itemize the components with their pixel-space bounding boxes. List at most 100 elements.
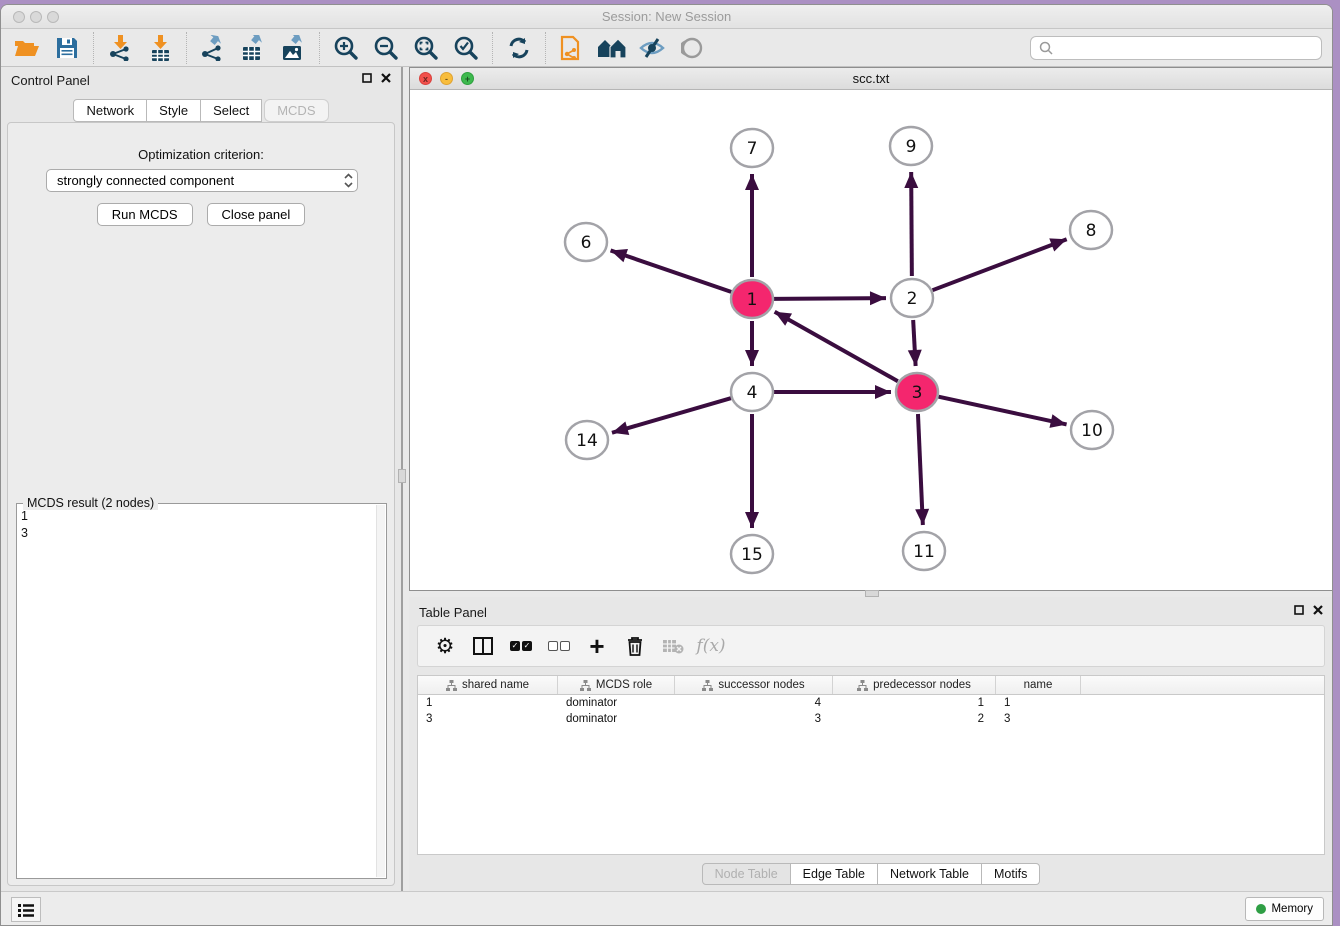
- tab-mcds[interactable]: MCDS: [264, 99, 328, 122]
- cell-MCDS-role[interactable]: dominator: [558, 711, 675, 727]
- control-panel-tabs: NetworkStyleSelectMCDS: [1, 99, 401, 122]
- tab-style[interactable]: Style: [147, 99, 201, 122]
- select-all-button[interactable]: ✓✓: [504, 629, 538, 663]
- edge-2-8[interactable]: [933, 239, 1067, 290]
- edge-2-3[interactable]: [913, 320, 915, 366]
- delete-column-button[interactable]: [618, 629, 652, 663]
- tab-select[interactable]: Select: [201, 99, 262, 122]
- eye-button[interactable]: [672, 32, 712, 64]
- import-network-button[interactable]: [100, 32, 140, 64]
- close-panel-icon[interactable]: [381, 73, 391, 83]
- open-session-button[interactable]: [7, 32, 47, 64]
- cell-name[interactable]: 1: [996, 695, 1081, 711]
- import-table-button[interactable]: [140, 32, 180, 64]
- column-label: shared name: [462, 679, 529, 691]
- cell-name[interactable]: 3: [996, 711, 1081, 727]
- column-header-predecessor-nodes[interactable]: predecessor nodes: [833, 676, 996, 694]
- table-panel-title: Table Panel: [419, 605, 487, 620]
- cell-shared-name[interactable]: 3: [418, 711, 558, 727]
- search-field[interactable]: [1030, 36, 1322, 60]
- function-builder-button[interactable]: f(x): [694, 629, 728, 663]
- graph-node-8[interactable]: 8: [1070, 211, 1112, 249]
- float-table-panel-icon[interactable]: [1294, 605, 1304, 615]
- column-header-MCDS-role[interactable]: MCDS role: [558, 676, 675, 694]
- graph-node-14[interactable]: 14: [566, 421, 608, 459]
- graph-node-6[interactable]: 6: [565, 223, 607, 261]
- table-header-row: shared name MCDS rolesuccessor nodesprede…: [418, 676, 1324, 695]
- column-header-name[interactable]: name: [996, 676, 1081, 694]
- tab-network-table[interactable]: Network Table: [878, 863, 982, 885]
- graph-node-11[interactable]: 11: [903, 532, 945, 570]
- hide-panel-button[interactable]: [632, 32, 672, 64]
- delete-table-button[interactable]: [656, 629, 690, 663]
- network-canvas[interactable]: 7 9 6 8 1 2 4 3 14 10 15 11: [410, 90, 1332, 590]
- export-network-button[interactable]: [193, 32, 233, 64]
- cell-shared-name[interactable]: 1: [418, 695, 558, 711]
- table-row[interactable]: 1dominator411: [418, 695, 1324, 711]
- deselect-all-button[interactable]: [542, 629, 576, 663]
- float-panel-icon[interactable]: [362, 73, 372, 83]
- tab-network[interactable]: Network: [73, 99, 147, 122]
- graph-node-9[interactable]: 9: [890, 127, 932, 165]
- control-panel: Control Panel NetworkStyleSelectMCDS Opt…: [1, 67, 401, 893]
- cell-successor-nodes[interactable]: 3: [675, 711, 833, 727]
- edge-3-11[interactable]: [918, 414, 923, 525]
- tab-node-table[interactable]: Node Table: [702, 863, 791, 885]
- split-view-icon: [473, 637, 493, 655]
- run-mcds-button[interactable]: Run MCDS: [97, 203, 193, 226]
- search-input[interactable]: [1057, 38, 1321, 58]
- cell-predecessor-nodes[interactable]: 2: [833, 711, 996, 727]
- graph-node-10[interactable]: 10: [1071, 411, 1113, 449]
- refresh-layout-button[interactable]: [499, 32, 539, 64]
- home-button[interactable]: [592, 32, 632, 64]
- graph-node-1[interactable]: 1: [731, 280, 773, 318]
- export-table-button[interactable]: [233, 32, 273, 64]
- edge-1-6[interactable]: [611, 250, 732, 291]
- task-history-button[interactable]: [11, 897, 41, 922]
- table-settings-button[interactable]: ⚙: [428, 629, 462, 663]
- column-header-successor-nodes[interactable]: successor nodes: [675, 676, 833, 694]
- zoom-out-button[interactable]: [366, 32, 406, 64]
- node-label: 9: [906, 137, 917, 157]
- split-view-button[interactable]: [466, 629, 500, 663]
- cell-predecessor-nodes[interactable]: 1: [833, 695, 996, 711]
- graph-node-3[interactable]: 3: [896, 373, 938, 411]
- result-scrollbar[interactable]: [376, 505, 385, 877]
- cell-successor-nodes[interactable]: 4: [675, 695, 833, 711]
- network-window-titlebar: x - + scc.txt: [410, 68, 1332, 90]
- edge-2-9[interactable]: [911, 172, 912, 276]
- graph-node-2[interactable]: 2: [891, 279, 933, 317]
- toolbar-separator: [545, 32, 546, 64]
- duplicate-network-icon: [560, 34, 584, 62]
- zoom-fit-button[interactable]: [406, 32, 446, 64]
- graph-node-15[interactable]: 15: [731, 535, 773, 573]
- tab-motifs[interactable]: Motifs: [982, 863, 1040, 885]
- splitter-grip[interactable]: [398, 469, 406, 483]
- edge-1-2[interactable]: [774, 298, 886, 299]
- refresh-layout-icon: [507, 36, 531, 60]
- export-image-button[interactable]: [273, 32, 313, 64]
- control-panel-title: Control Panel: [11, 73, 90, 88]
- memory-button[interactable]: Memory: [1245, 897, 1324, 921]
- cell-MCDS-role[interactable]: dominator: [558, 695, 675, 711]
- save-session-button[interactable]: [47, 32, 87, 64]
- close-panel-button[interactable]: Close panel: [207, 203, 306, 226]
- table-row[interactable]: 3dominator323: [418, 711, 1324, 727]
- tab-edge-table[interactable]: Edge Table: [791, 863, 878, 885]
- graph-node-7[interactable]: 7: [731, 129, 773, 167]
- duplicate-network-button[interactable]: [552, 32, 592, 64]
- criterion-dropdown[interactable]: strongly connected component: [46, 169, 358, 192]
- zoom-selected-button[interactable]: [446, 32, 486, 64]
- edge-4-14[interactable]: [612, 398, 731, 433]
- graph-node-4[interactable]: 4: [731, 373, 773, 411]
- network-window-title: scc.txt: [410, 71, 1332, 86]
- column-tree-icon: [446, 680, 457, 691]
- zoom-in-button[interactable]: [326, 32, 366, 64]
- add-column-button[interactable]: +: [580, 629, 614, 663]
- edge-3-1[interactable]: [775, 312, 898, 381]
- network-splitter-grip[interactable]: [865, 590, 879, 597]
- node-label: 2: [907, 289, 918, 309]
- edge-3-10[interactable]: [938, 397, 1066, 425]
- column-header-shared-name[interactable]: shared name: [418, 676, 558, 694]
- close-table-panel-icon[interactable]: [1313, 605, 1323, 615]
